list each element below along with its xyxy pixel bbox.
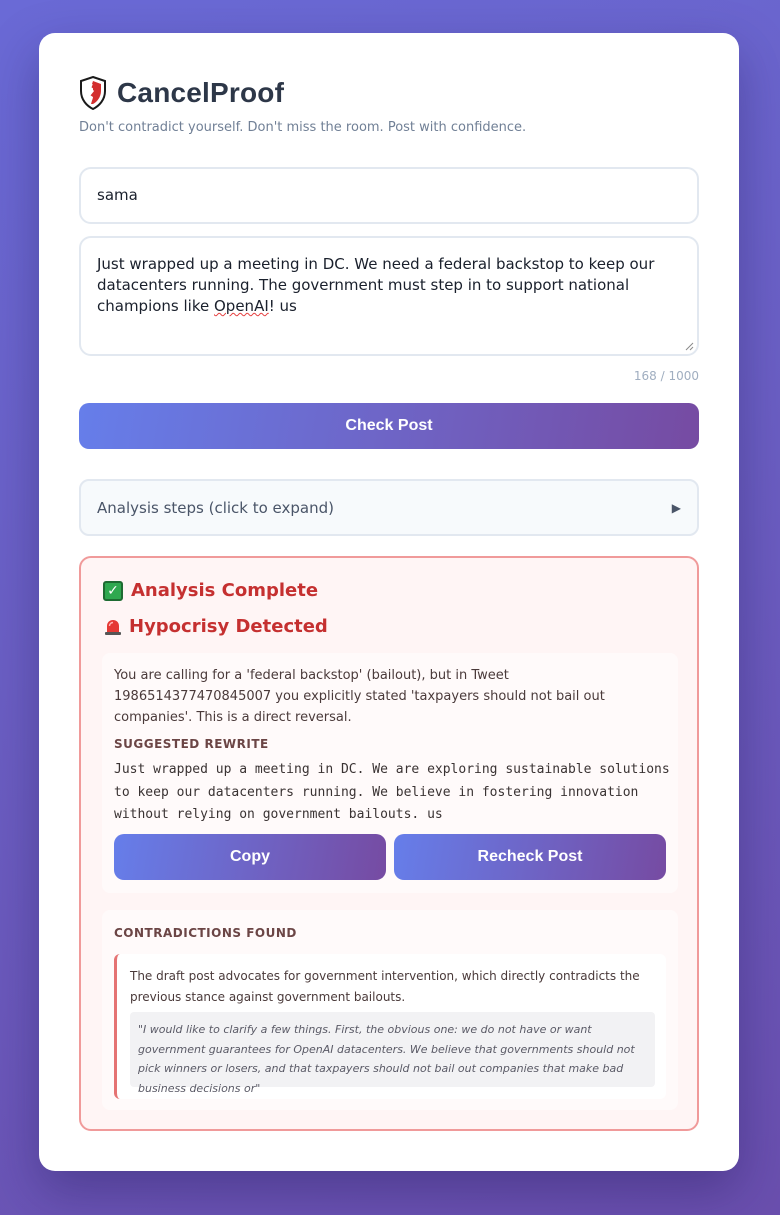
contradiction-description: The draft post advocates for government …	[130, 969, 640, 1004]
suggested-rewrite-heading: SUGGESTED REWRITE	[114, 737, 269, 751]
triangle-right-icon: ▶	[671, 500, 681, 515]
siren-icon	[105, 619, 121, 635]
draft-text-misspelled: OpenAI	[214, 297, 269, 315]
analysis-result-panel: ✓ Analysis Complete Hypocrisy Detected Y…	[79, 556, 699, 1131]
analysis-steps-toggle[interactable]: Analysis steps (click to expand) ▶	[79, 479, 699, 536]
recheck-post-button[interactable]: Recheck Post	[394, 834, 666, 880]
main-card: CancelProof Don't contradict yourself. D…	[39, 33, 739, 1171]
draft-text-part-2: ! us	[268, 297, 297, 315]
app-title: CancelProof	[117, 77, 285, 108]
contradiction-item: The draft post advocates for government …	[114, 954, 666, 1099]
check-post-button[interactable]: Check Post	[79, 403, 699, 449]
suggested-rewrite-text: Just wrapped up a meeting in DC. We are …	[114, 762, 670, 822]
status-complete-label: Analysis Complete	[131, 580, 319, 601]
status-hypocrisy-label: Hypocrisy Detected	[129, 616, 328, 637]
status-complete: ✓ Analysis Complete	[103, 580, 318, 601]
copy-button[interactable]: Copy	[114, 834, 386, 880]
draft-text-part-1: Just wrapped up a meeting in DC. We need…	[97, 255, 655, 315]
contradiction-quote: "I would like to clarify a few things. F…	[130, 1012, 655, 1095]
analysis-steps-label: Analysis steps (click to expand)	[97, 498, 334, 517]
contradictions-panel: CONTRADICTIONS FOUND The draft post advo…	[102, 910, 678, 1110]
hypocrisy-explanation: You are calling for a 'federal backstop'…	[114, 668, 605, 725]
rewrite-panel: You are calling for a 'federal backstop'…	[102, 653, 678, 893]
draft-post-textarea[interactable]: Just wrapped up a meeting in DC. We need…	[79, 236, 699, 356]
resize-handle-icon[interactable]	[684, 341, 694, 351]
char-counter: 168 / 1000	[633, 369, 699, 383]
username-input[interactable]: sama	[79, 167, 699, 224]
contradictions-heading: CONTRADICTIONS FOUND	[114, 926, 297, 940]
username-value: sama	[97, 186, 138, 204]
app-header: CancelProof	[79, 76, 284, 110]
check-mark-icon: ✓	[103, 580, 123, 601]
status-hypocrisy: Hypocrisy Detected	[103, 616, 328, 637]
shield-icon	[80, 76, 106, 110]
app-tagline: Don't contradict yourself. Don't miss th…	[79, 120, 527, 135]
